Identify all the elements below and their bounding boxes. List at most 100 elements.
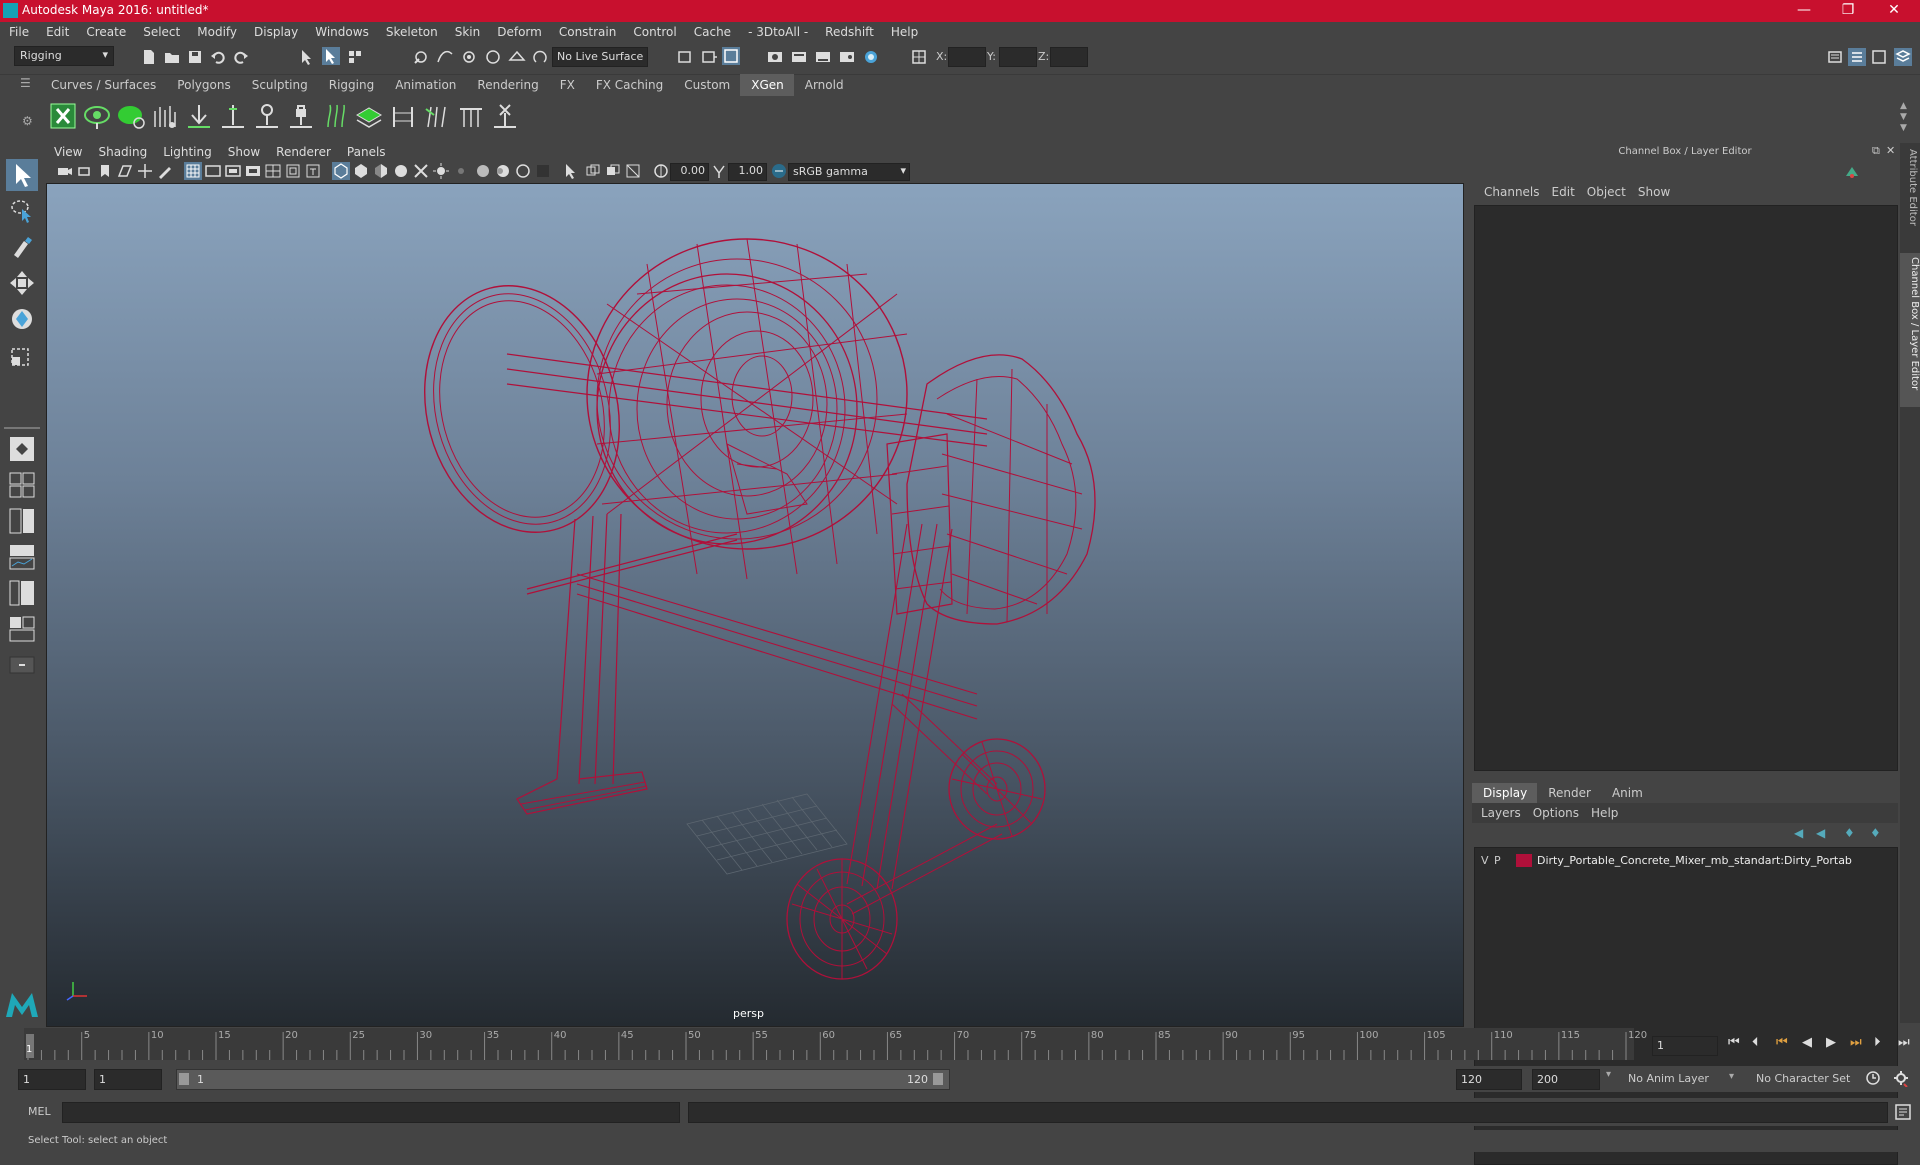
undo-icon[interactable] [209,48,227,66]
layer-color-swatch[interactable] [1516,854,1532,867]
new-layer-selected-icon[interactable]: ♦ [1870,826,1881,840]
panel-menu-show[interactable]: Show [220,143,268,159]
render-frame-icon[interactable] [766,48,784,66]
channel-box-toggle-icon[interactable] [1894,48,1912,66]
menu-modify[interactable]: Modify [188,22,245,39]
panel-menu-panels[interactable]: Panels [339,143,394,159]
concrete-mixer-wireframe[interactable] [47,184,1463,1026]
use-all-lights-icon[interactable] [432,162,450,180]
save-scene-icon[interactable] [186,48,204,66]
range-end-handle[interactable] [933,1073,943,1085]
shelf-tab-polygons[interactable]: Polygons [166,74,240,96]
move-layer-up-icon[interactable]: ◀ [1794,826,1803,840]
channel-menu-object[interactable]: Object [1581,185,1632,199]
channel-menu-show[interactable]: Show [1632,185,1676,199]
grid-icon[interactable] [184,162,202,180]
xgen-delete-guide-icon[interactable] [490,101,520,131]
menu-cache[interactable]: Cache [685,22,739,39]
snap-surface-icon[interactable] [508,48,526,66]
chevron-down-icon[interactable]: ▾ [1606,1069,1620,1088]
menu-file[interactable]: File [0,22,37,39]
select-object-icon[interactable] [322,47,340,65]
xgen-cut-guide-icon[interactable] [388,101,418,131]
time-slider[interactable]: 5 10 15 20 25 30 35 40 45 50 55 60 65 70 75 80 85 90 95 100… [24,1028,1647,1060]
xgen-sculpt-guide-icon[interactable] [422,101,452,131]
menu-deform[interactable]: Deform [488,22,550,39]
minimize-button[interactable]: — [1784,2,1824,18]
menu-constrain[interactable]: Constrain [550,22,625,39]
menu-edit[interactable]: Edit [37,22,77,39]
wireframe-icon[interactable] [332,162,350,180]
new-scene-icon[interactable] [140,48,158,66]
xgen-select-guide-icon[interactable] [252,101,282,131]
exposure-icon[interactable] [652,162,670,180]
snap-live-icon[interactable] [532,48,550,66]
step-forward-key-icon[interactable]: ⏭ [1850,1035,1862,1050]
snap-grid-icon[interactable] [412,48,430,66]
paint-select-tool-icon[interactable] [6,231,38,263]
viewport-persp[interactable]: persp [46,183,1464,1027]
isolate-select-icon[interactable] [562,162,580,180]
shelf-tab-curves-surfaces[interactable]: Curves / Surfaces [40,74,166,96]
shelf-tab-custom[interactable]: Custom [673,74,740,96]
panel-menu-lighting[interactable]: Lighting [155,143,220,159]
close-button[interactable]: ✕ [1874,2,1914,18]
xray-active-components-icon[interactable] [604,162,622,180]
construction-history-icon[interactable] [700,48,718,66]
shelf-tab-animation[interactable]: Animation [384,74,466,96]
shelf-scroll-arrows[interactable]: ▲ ▼ ▼ [1900,101,1907,134]
restore-button[interactable]: ❐ [1828,2,1868,18]
menu-redshift[interactable]: Redshift [816,22,882,39]
menu-control[interactable]: Control [624,22,684,39]
channel-box-tab[interactable]: Channel Box / Layer Editor [1900,253,1920,407]
go-to-end-icon[interactable]: ⏭ [1898,1035,1910,1050]
xgen-editor-icon[interactable] [48,101,78,131]
play-forwards-icon[interactable]: ▶ [1826,1035,1836,1050]
live-surface-field[interactable]: No Live Surface [552,47,648,67]
step-back-frame-icon[interactable]: ⏴ [1752,1035,1759,1050]
playback-end-field[interactable]: 120 [1456,1069,1522,1090]
panel-menu-shading[interactable]: Shading [90,143,155,159]
channel-menu-channels[interactable]: Channels [1478,185,1546,199]
xgen-add-guide-icon[interactable] [218,101,248,131]
close-panel-icon[interactable]: ✕ [1886,144,1895,157]
panel-menu-view[interactable]: View [46,143,90,159]
menu-skin[interactable]: Skin [446,22,489,39]
menu-select[interactable]: Select [134,22,188,39]
four-view-layout-icon[interactable] [6,469,38,501]
range-slider[interactable]: 1 120 [176,1069,950,1090]
collapse-toolbox-icon[interactable] [6,649,38,681]
scale-tool-icon[interactable] [6,339,38,371]
camera-attributes-icon[interactable] [76,162,94,180]
range-start-handle[interactable] [179,1073,189,1085]
menu-skeleton[interactable]: Skeleton [377,22,446,39]
resolution-gate-icon[interactable] [224,162,242,180]
xgen-preview-icon[interactable] [82,101,112,131]
shelf-tab-rigging[interactable]: Rigging [318,74,384,96]
go-to-start-icon[interactable]: ⏮ [1728,1035,1740,1050]
play-backwards-icon[interactable]: ◀ [1802,1035,1812,1050]
transform-constraint-icon[interactable] [910,48,928,66]
safe-action-icon[interactable] [284,162,302,180]
layer-playback-toggle[interactable]: P [1494,854,1501,867]
panel-menu-renderer[interactable]: Renderer [268,143,339,159]
layer-name[interactable]: Dirty_Portable_Concrete_Mixer_mb_standar… [1537,854,1852,867]
new-layer-icon[interactable]: ♦ [1844,826,1855,840]
channel-box-options-icon[interactable] [1842,164,1862,182]
step-forward-frame-icon[interactable]: ⏵ [1874,1035,1881,1050]
x-field[interactable] [948,47,986,67]
menu-3dtoall[interactable]: - 3DtoAll - [739,22,816,39]
mode-selector[interactable]: Rigging ▾ [14,46,114,66]
ambient-occlusion-icon[interactable] [474,162,492,180]
attribute-editor-tab[interactable]: Attribute Editor [1902,149,1918,249]
y-field[interactable] [999,47,1037,67]
playback-start-field[interactable]: 1 [94,1069,162,1090]
channel-list[interactable] [1474,205,1898,771]
shelf-tab-sculpting[interactable]: Sculpting [241,74,318,96]
xray-icon[interactable] [584,162,602,180]
view-transform-icon[interactable] [770,162,788,180]
xgen-normalize-guide-icon[interactable] [456,101,486,131]
rotate-tool-icon[interactable] [6,303,38,335]
render-view-icon[interactable] [862,48,880,66]
layer-tab-anim[interactable]: Anim [1601,783,1653,803]
